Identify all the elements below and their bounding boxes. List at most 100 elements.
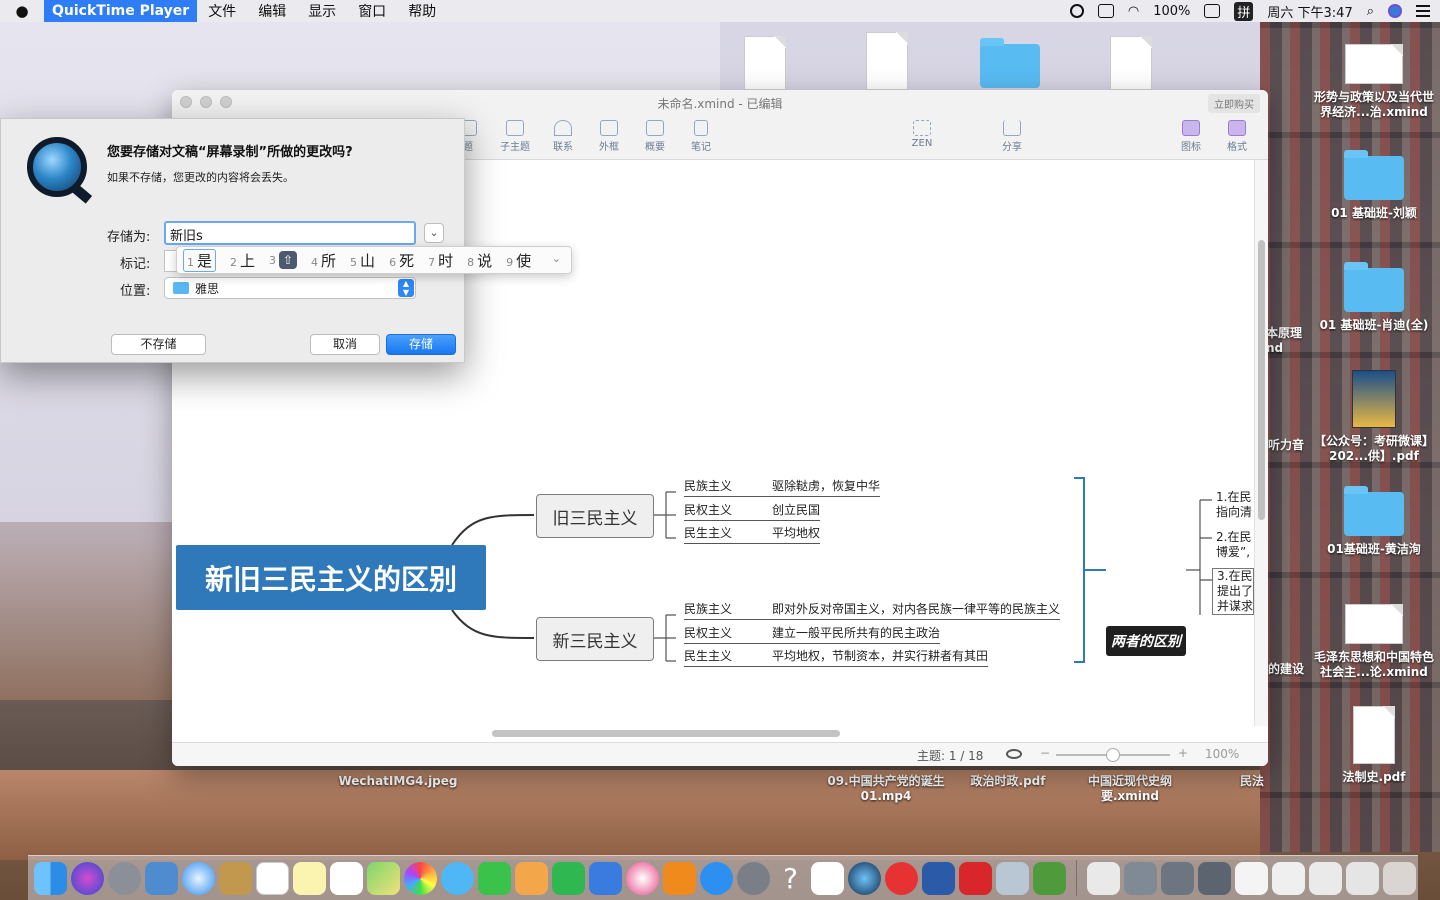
desktop-icon-folder-huang[interactable]: 01基础班-黄洁洵 <box>1314 486 1434 557</box>
leaf-old-2-val[interactable]: 创立民国 <box>768 501 821 521</box>
tool-share[interactable]: 分享 <box>992 120 1032 153</box>
dock-screenshot-icon[interactable] <box>1309 861 1342 895</box>
keynote-icon[interactable] <box>589 861 622 895</box>
desktop-icon-folder-xiaodi[interactable]: 01 基础班-肖迪(全) <box>1314 262 1434 333</box>
siri-icon[interactable] <box>1388 4 1402 18</box>
open-icon[interactable] <box>1033 861 1066 895</box>
vertical-scrollbar[interactable] <box>1254 160 1268 726</box>
ime-candidate[interactable]: 1是 <box>183 248 217 272</box>
preview-photo-icon[interactable] <box>145 861 178 895</box>
zoom-slider-knob[interactable] <box>1106 748 1120 762</box>
quicktime-dock-icon[interactable] <box>848 861 881 895</box>
dont-save-button[interactable]: 不存储 <box>111 334 206 355</box>
ime-candidate[interactable]: 4所 <box>311 250 336 271</box>
numbers-icon[interactable] <box>552 861 585 895</box>
desktop-icon-pdf-fazhishi[interactable]: 法制史.pdf <box>1314 706 1434 785</box>
wifi-icon[interactable]: ◠ <box>1128 4 1139 19</box>
horizontal-scroll-thumb[interactable] <box>492 730 840 737</box>
menu-window[interactable]: 窗口 <box>347 1 397 21</box>
central-topic[interactable]: 新旧三民主义的区别 <box>176 545 486 610</box>
xmind-dock-icon[interactable] <box>885 861 918 895</box>
tool-format[interactable]: 格式 <box>1217 120 1257 153</box>
leaf-new-1-key[interactable]: 民族主义 <box>684 600 768 620</box>
leaf-old-2-key[interactable]: 民权主义 <box>684 501 768 521</box>
calendar-icon[interactable] <box>256 861 289 895</box>
dock-file-icon[interactable] <box>1087 861 1120 895</box>
save-as-field[interactable]: 新旧s <box>164 221 416 245</box>
menu-help[interactable]: 帮助 <box>397 1 447 21</box>
system-preferences-icon[interactable] <box>737 861 770 895</box>
desktop-file-icon[interactable] <box>744 36 786 90</box>
zoom-out-button[interactable]: − <box>1040 746 1050 760</box>
input-method-icon[interactable]: 拼 <box>1234 1 1254 21</box>
desktop-icon-pdf-shizheng[interactable]: 政治时政.pdf <box>948 774 1068 789</box>
leaf-new-3-val[interactable]: 平均地权，节制资本，并实行耕者有其田 <box>768 647 989 667</box>
itunes-icon[interactable] <box>626 861 659 895</box>
zoom-level[interactable]: 100% <box>1205 747 1239 761</box>
menu-file[interactable]: 文件 <box>197 1 247 21</box>
baidu-netdisk-icon[interactable] <box>811 861 844 895</box>
desktop-icon-partial-2[interactable]: 听力音 <box>1268 438 1318 453</box>
leaf-new-3-key[interactable]: 民生主义 <box>684 647 768 667</box>
siri-dock-icon[interactable] <box>71 861 104 895</box>
ime-candidate[interactable]: 2上 <box>230 250 255 271</box>
launchpad-icon[interactable] <box>108 861 141 895</box>
desktop-icon-folder-liuying[interactable]: 01 基础班-刘颖 <box>1314 150 1434 221</box>
desktop-icon-wechat-img[interactable]: WechatIMG4.jpeg <box>338 774 458 789</box>
ime-candidate[interactable]: 5山 <box>350 250 375 271</box>
cancel-button[interactable]: 取消 <box>310 334 380 355</box>
diff-note-2[interactable]: 2.在民 博爱”, <box>1216 530 1254 560</box>
dock-photo-icon[interactable] <box>1124 861 1157 895</box>
diff-note-3[interactable]: 3.在民 提出了 并谋求 <box>1212 568 1254 615</box>
dock-photo-icon[interactable] <box>1161 861 1194 895</box>
acrobat-icon[interactable] <box>959 861 992 895</box>
ime-candidate[interactable]: 9使 <box>506 250 531 271</box>
battery-icon[interactable] <box>1204 4 1221 18</box>
diff-note-1[interactable]: 1.在民 指向清 <box>1216 490 1254 520</box>
tool-note[interactable]: 笔记 <box>681 120 721 153</box>
spotlight-search-icon[interactable]: ⌕ <box>1367 4 1374 19</box>
contacts-icon[interactable] <box>219 861 252 895</box>
desktop-icon-pdf-weike[interactable]: 【公众号：考研微课】202...供】.pdf <box>1314 370 1434 464</box>
app-store-icon[interactable] <box>700 861 733 895</box>
desktop-icon-xmind-mao[interactable]: 毛泽东思想和中国特色社会主...论.xmind <box>1314 604 1434 680</box>
clock[interactable]: 周六 下午3:47 <box>1267 2 1352 21</box>
tool-zen[interactable]: ZEN <box>902 120 942 149</box>
safari-icon[interactable] <box>182 861 215 895</box>
word-icon[interactable] <box>922 861 955 895</box>
menu-app-name[interactable]: QuickTime Player <box>44 0 198 22</box>
ime-candidate[interactable]: 8说 <box>467 250 492 271</box>
desktop-icon-minfa[interactable]: 民法 <box>1192 774 1312 789</box>
tool-icons[interactable]: 图标 <box>1171 120 1211 153</box>
tool-relationship[interactable]: 联系 <box>543 120 583 153</box>
help-icon[interactable]: ? <box>774 862 807 895</box>
reminders-icon[interactable] <box>330 861 363 895</box>
ime-expand-chevron-icon[interactable]: ⌄ <box>552 252 561 265</box>
buy-now-button[interactable]: 立即购买 <box>1208 94 1260 113</box>
topic-difference[interactable]: 两者的区别 <box>1106 626 1186 656</box>
desktop-icon-xmind-history[interactable]: 中国近现代史纲要.xmind <box>1070 774 1190 804</box>
desktop-icon-partial-1[interactable]: 本原理 nd <box>1266 326 1316 356</box>
maps-icon[interactable] <box>367 861 400 895</box>
tool-subtopic[interactable]: 子主题 <box>495 120 535 153</box>
leaf-new-1-val[interactable]: 即对外反对帝国主义，对内各民族一律平等的民族主义 <box>768 600 1061 620</box>
facetime-icon[interactable] <box>478 861 511 895</box>
record-stop-icon[interactable] <box>1069 4 1084 18</box>
desktop-notebook-icon[interactable] <box>1110 36 1152 90</box>
desktop-icon-partial-3[interactable]: 的建设 <box>1268 662 1318 677</box>
notes-icon[interactable] <box>293 861 326 895</box>
dock-screenshot-icon[interactable] <box>1346 861 1379 895</box>
topic-old[interactable]: 旧三民主义 <box>536 494 654 538</box>
expand-dialog-button[interactable]: ⌄ <box>424 223 444 243</box>
menu-edit[interactable]: 编辑 <box>247 1 297 21</box>
pages-icon[interactable] <box>515 861 548 895</box>
dock-screenshot-icon[interactable] <box>1235 861 1268 895</box>
vertical-scroll-thumb[interactable] <box>1258 240 1265 520</box>
tool-summary[interactable]: 概要 <box>635 120 675 153</box>
desktop-icon-xmind-policy[interactable]: 形势与政策以及当代世界经济...治.xmind <box>1314 44 1434 120</box>
airplay-icon[interactable] <box>1097 4 1114 18</box>
photos-icon[interactable] <box>404 861 437 895</box>
leaf-new-2-key[interactable]: 民权主义 <box>684 624 768 644</box>
desktop-folder-icon[interactable] <box>980 38 1040 88</box>
eye-icon[interactable] <box>1006 749 1022 759</box>
